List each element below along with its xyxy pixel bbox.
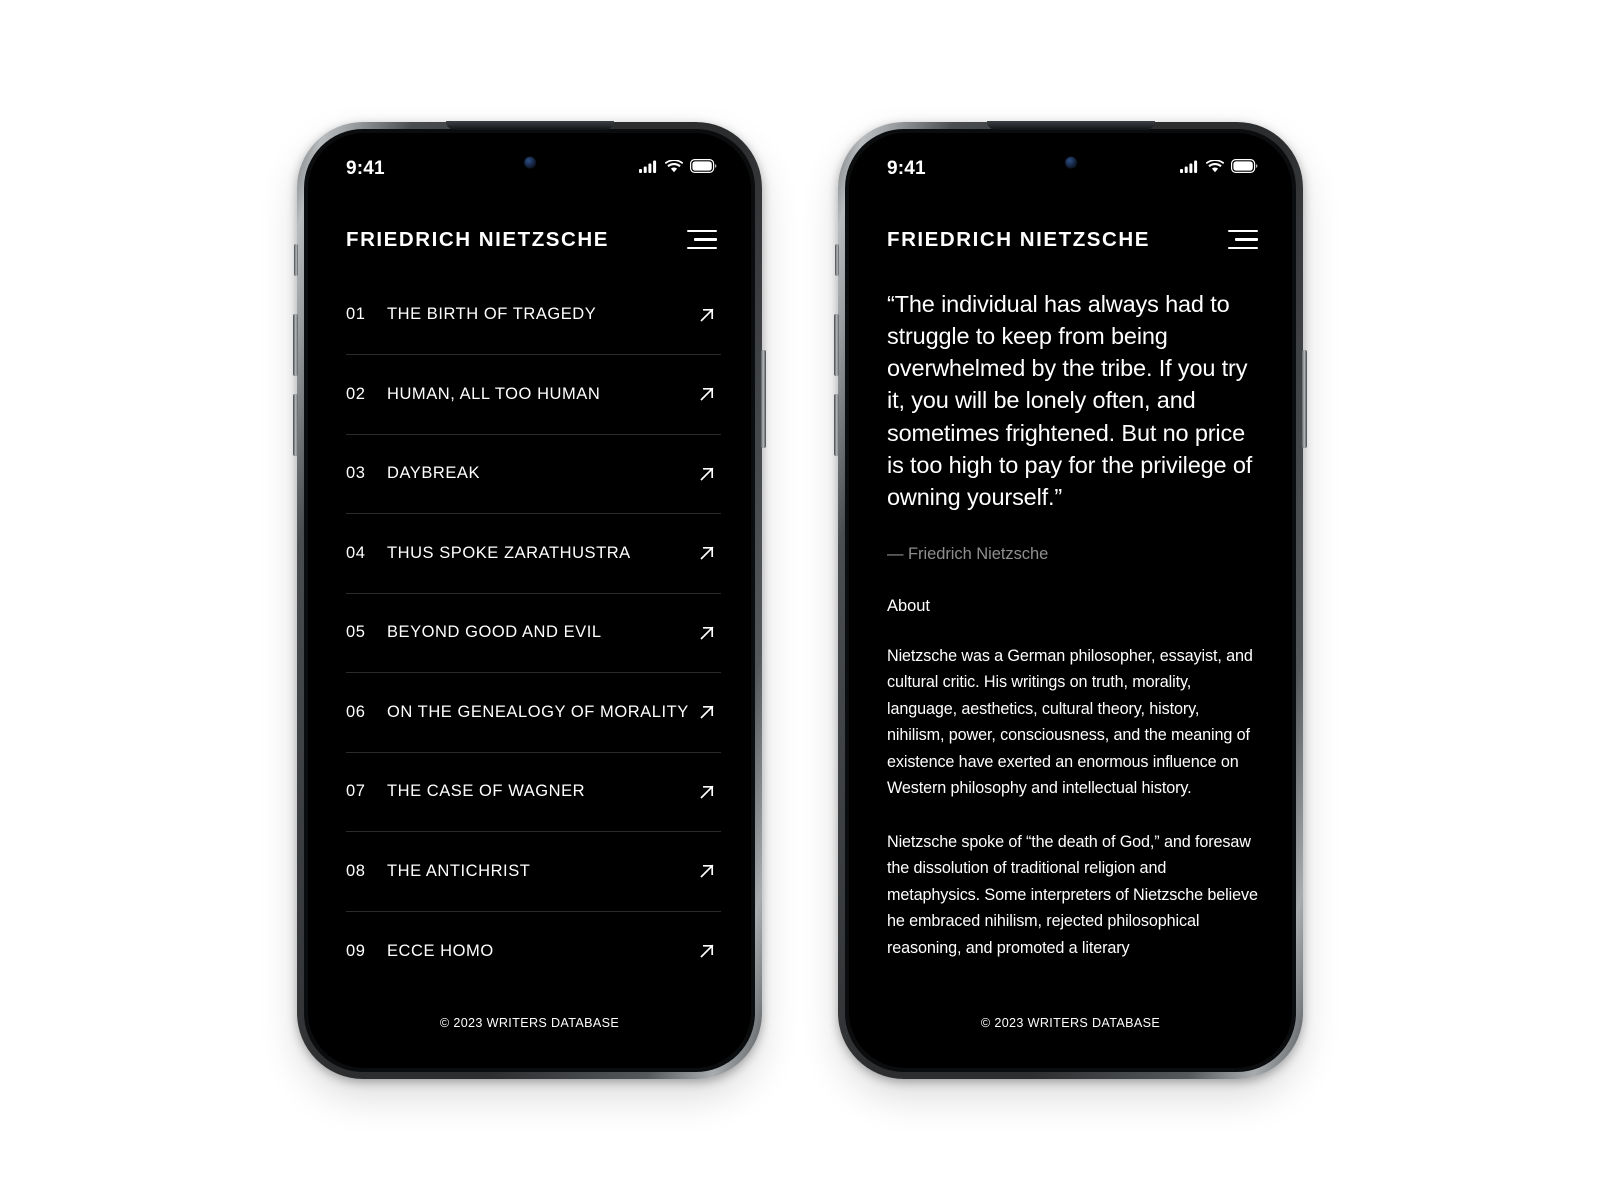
app-header: FRIEDRICH NIETZSCHE	[849, 191, 1292, 252]
work-title: THE CASE OF WAGNER	[387, 782, 586, 801]
app-header: FRIEDRICH NIETZSCHE	[308, 191, 751, 252]
arrow-up-right-icon[interactable]	[697, 464, 717, 484]
status-indicators	[1180, 158, 1258, 178]
device-bezel: 9:41	[304, 128, 755, 1072]
work-list-item[interactable]: 08 THE ANTICHRIST	[346, 832, 721, 912]
work-number: 03	[346, 464, 366, 483]
phone-device-works-list: 9:41 FRIEDRICH NIETZSCHE 01 THE BIRTH OF…	[293, 120, 766, 1079]
work-list-item[interactable]: 03 DAYBREAK	[346, 435, 721, 514]
hamburger-menu-icon[interactable]	[1228, 229, 1258, 250]
battery-full-icon	[1231, 159, 1258, 178]
work-list-item[interactable]: 01 THE BIRTH OF TRAGEDY	[346, 276, 721, 355]
about-paragraph-1: Nietzsche was a German philosopher, essa…	[887, 646, 1253, 798]
work-list-item[interactable]: 05 BEYOND GOOD AND EVIL	[346, 594, 721, 673]
work-list-item[interactable]: 09 ECCE HOMO	[346, 912, 721, 990]
work-number: 05	[346, 623, 366, 642]
device-notch-ledge	[445, 120, 614, 130]
battery-full-icon	[690, 159, 717, 178]
arrow-up-right-icon[interactable]	[697, 384, 717, 404]
hamburger-line	[687, 229, 717, 233]
arrow-up-right-icon[interactable]	[697, 305, 717, 325]
status-time: 9:41	[346, 157, 385, 179]
page-title: FRIEDRICH NIETZSCHE	[346, 227, 609, 251]
cellular-bars-icon	[1180, 160, 1199, 178]
footer-copyright: © 2023 WRITERS DATABASE	[980, 1015, 1161, 1030]
phone-device-about: 9:41 FRIEDRICH NIETZSCHE “The individual…	[834, 120, 1307, 1079]
wifi-icon	[664, 158, 684, 178]
hamburger-line	[1228, 246, 1258, 250]
work-number: 07	[346, 782, 366, 801]
wifi-icon	[1205, 158, 1225, 178]
hamburger-menu-icon[interactable]	[687, 229, 717, 250]
power-button[interactable]	[1302, 349, 1307, 448]
device-notch-ledge	[986, 120, 1155, 130]
status-time: 9:41	[887, 157, 926, 179]
work-number: 04	[346, 543, 366, 562]
volume-down-button[interactable]	[834, 393, 839, 456]
screenshot-stage: 9:41 FRIEDRICH NIETZSCHE 01 THE BIRTH OF…	[0, 0, 1600, 1200]
volume-up-button[interactable]	[293, 313, 298, 376]
status-indicators	[639, 158, 717, 178]
work-title: THUS SPOKE ZARATHUSTRA	[387, 543, 631, 562]
works-list: 01 THE BIRTH OF TRAGEDY 02 HUMAN, ALL TOO H…	[346, 276, 721, 990]
volume-up-button[interactable]	[834, 313, 839, 376]
screen-about: 9:41 FRIEDRICH NIETZSCHE “The individual…	[849, 132, 1292, 1068]
page-title: FRIEDRICH NIETZSCHE	[887, 227, 1150, 251]
app-footer: © 2023 WRITERS DATABASE	[849, 990, 1292, 1068]
arrow-up-right-icon[interactable]	[697, 543, 717, 563]
arrow-up-right-icon[interactable]	[697, 941, 717, 961]
about-paragraph-2: Nietzsche spoke of “the death of God,” a…	[887, 832, 1258, 957]
work-title: ECCE HOMO	[387, 941, 494, 960]
work-title: HUMAN, ALL TOO HUMAN	[387, 384, 601, 403]
work-list-item[interactable]: 02 HUMAN, ALL TOO HUMAN	[346, 355, 721, 435]
works-list-region: 01 THE BIRTH OF TRAGEDY 02 HUMAN, ALL TOO H…	[308, 276, 751, 990]
work-number: 08	[346, 861, 366, 880]
work-title: THE BIRTH OF TRAGEDY	[387, 305, 597, 324]
silent-switch-button[interactable]	[835, 243, 839, 276]
about-heading: About	[887, 596, 930, 615]
arrow-up-right-icon[interactable]	[697, 861, 717, 881]
work-list-item[interactable]: 07 THE CASE OF WAGNER	[346, 753, 721, 832]
pull-quote: “The individual has always had to strugg…	[887, 290, 1253, 511]
work-list-item[interactable]: 06 ON THE GENEALOGY OF MORALITY	[346, 673, 721, 753]
footer-copyright: © 2023 WRITERS DATABASE	[439, 1015, 620, 1030]
work-title: ON THE GENEALOGY OF MORALITY	[387, 702, 689, 721]
status-bar: 9:41	[308, 133, 751, 191]
hamburger-line	[1235, 238, 1258, 241]
front-camera-icon	[524, 156, 535, 168]
arrow-up-right-icon[interactable]	[697, 782, 717, 802]
device-bezel: 9:41	[845, 128, 1296, 1072]
app-footer: © 2023 WRITERS DATABASE	[308, 990, 751, 1068]
hamburger-line	[1228, 229, 1258, 233]
power-button[interactable]	[761, 349, 766, 448]
work-title: DAYBREAK	[387, 464, 481, 483]
arrow-up-right-icon[interactable]	[697, 702, 717, 722]
work-list-item[interactable]: 04 THUS SPOKE ZARATHUSTRA	[346, 514, 721, 594]
work-number: 09	[346, 941, 366, 960]
work-title: BEYOND GOOD AND EVIL	[387, 623, 602, 642]
hamburger-line	[687, 246, 717, 250]
hamburger-line	[694, 238, 717, 241]
silent-switch-button[interactable]	[294, 243, 298, 276]
arrow-up-right-icon[interactable]	[697, 623, 717, 643]
quote-attribution: — Friedrich Nietzsche	[887, 544, 1049, 563]
volume-down-button[interactable]	[293, 393, 298, 456]
front-camera-icon	[1065, 156, 1076, 168]
work-number: 01	[346, 305, 366, 324]
work-number: 06	[346, 702, 366, 721]
status-bar: 9:41	[849, 133, 1292, 191]
work-number: 02	[346, 384, 366, 403]
screen-works-list: 9:41 FRIEDRICH NIETZSCHE 01 THE BIRTH OF…	[308, 132, 751, 1068]
work-title: THE ANTICHRIST	[387, 861, 531, 880]
about-article: “The individual has always had to strugg…	[849, 288, 1292, 990]
cellular-bars-icon	[639, 160, 658, 178]
